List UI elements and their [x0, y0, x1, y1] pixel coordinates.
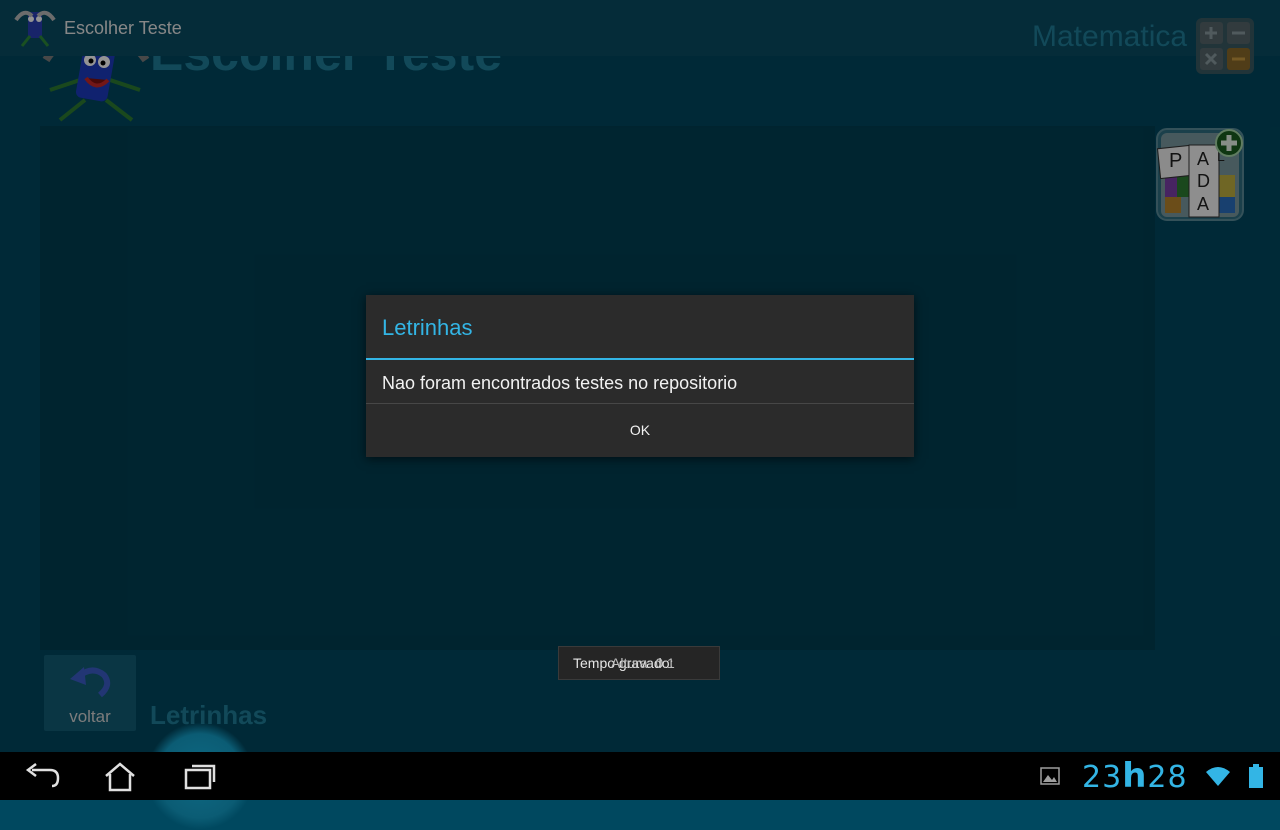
- dialog-title: Letrinhas: [382, 315, 473, 340]
- nav-recent-apps-icon[interactable]: [180, 760, 220, 792]
- nav-back-icon[interactable]: [22, 760, 62, 792]
- clock-separator: h: [1122, 756, 1148, 796]
- toast-message: Tempo gravado: Altura: 0:1: [558, 646, 720, 680]
- screenshot-notification-icon[interactable]: [1040, 766, 1060, 786]
- status-clock[interactable]: 23h28: [1082, 756, 1188, 796]
- battery-icon: [1249, 764, 1263, 788]
- alert-dialog: Letrinhas Nao foram encontrados testes n…: [366, 295, 914, 457]
- ok-button[interactable]: OK: [366, 404, 914, 457]
- dialog-title-divider: [366, 358, 914, 360]
- nav-home-icon[interactable]: [100, 760, 140, 792]
- dialog-message: Nao foram encontrados testes no reposito…: [382, 373, 738, 393]
- system-navigation-bar: 23h28: [0, 752, 1280, 800]
- toast-text-b: Altura: 0:1: [611, 655, 675, 671]
- clock-hours: 23: [1082, 760, 1123, 795]
- wifi-icon: [1206, 767, 1230, 786]
- clock-minutes: 28: [1147, 760, 1188, 795]
